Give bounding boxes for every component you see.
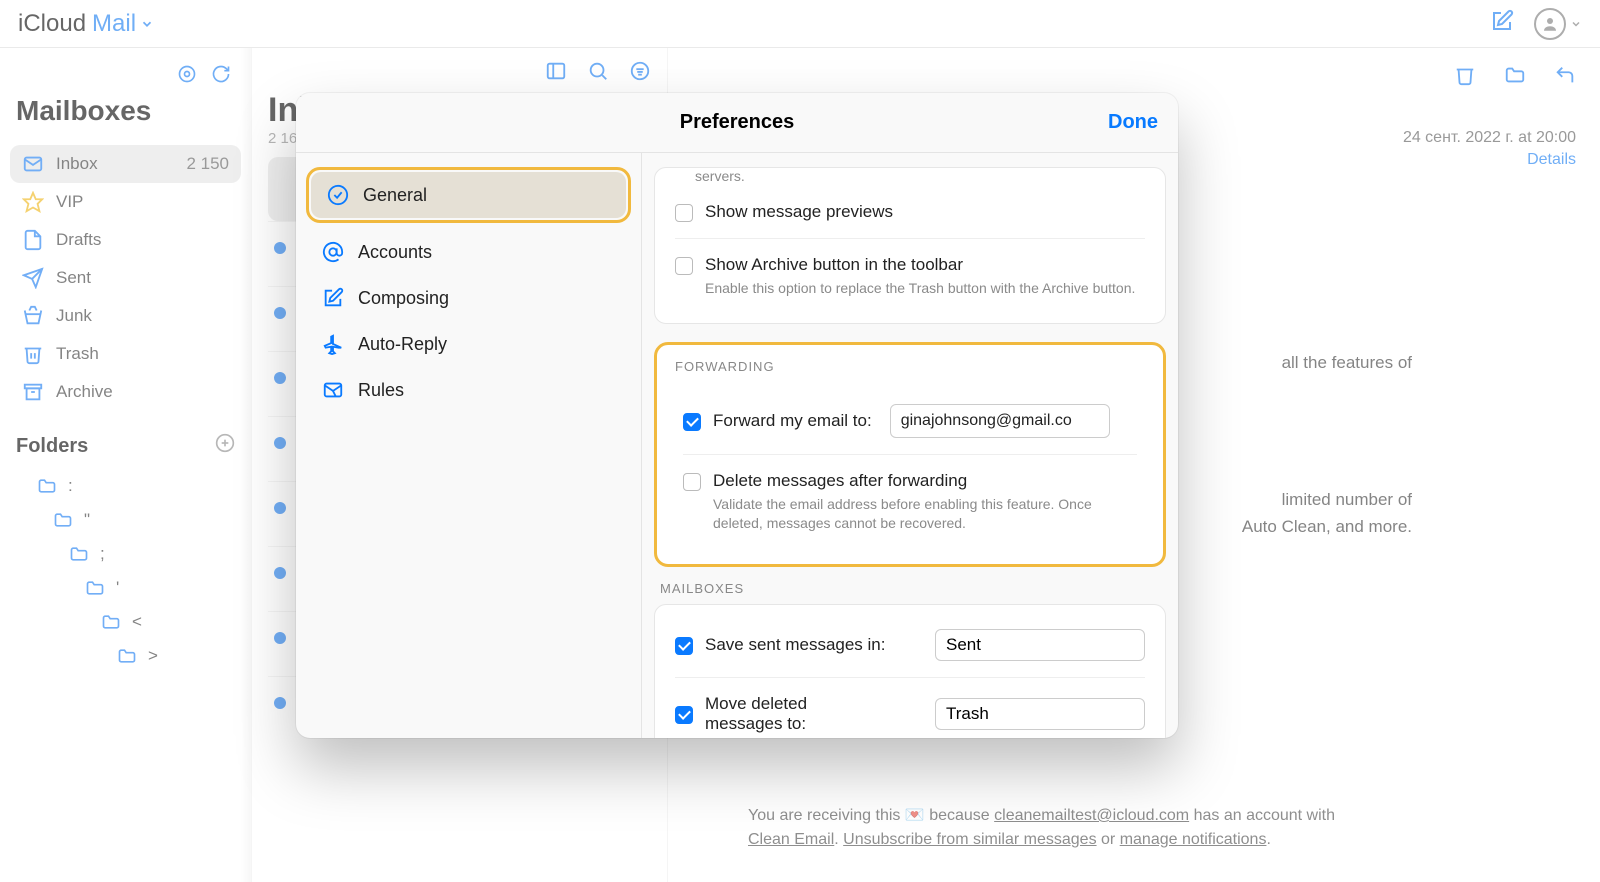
at-icon bbox=[322, 241, 344, 263]
move-deleted-select[interactable]: Trash bbox=[935, 698, 1145, 730]
option-description: Validate the email address before enabli… bbox=[713, 495, 1137, 534]
nav-auto-reply[interactable]: Auto-Reply bbox=[306, 321, 631, 367]
nav-rules[interactable]: Rules bbox=[306, 367, 631, 413]
preferences-nav: General Accounts Composing Auto-Reply Ru… bbox=[296, 153, 642, 738]
checkbox-save-sent[interactable] bbox=[675, 637, 693, 655]
option-label: Move deleted messages to: bbox=[705, 694, 885, 734]
nav-label: General bbox=[363, 185, 427, 206]
modal-title: Preferences bbox=[680, 111, 795, 134]
highlight-general: General bbox=[306, 167, 631, 223]
option-label: Show message previews bbox=[705, 202, 893, 222]
option-label: Save sent messages in: bbox=[705, 635, 885, 655]
save-sent-select[interactable]: Sent bbox=[935, 629, 1145, 661]
check-circle-icon bbox=[327, 184, 349, 206]
nav-label: Accounts bbox=[358, 242, 432, 263]
nav-label: Auto-Reply bbox=[358, 334, 447, 355]
option-label: Delete messages after forwarding bbox=[713, 471, 1137, 491]
nav-composing[interactable]: Composing bbox=[306, 275, 631, 321]
preferences-modal: Preferences Done General Accounts Compos… bbox=[296, 93, 1178, 738]
nav-label: Rules bbox=[358, 380, 404, 401]
airplane-icon bbox=[322, 333, 344, 355]
highlight-forwarding: Forwarding Forward my email to: Delete m… bbox=[654, 342, 1166, 567]
forward-to-input[interactable] bbox=[890, 404, 1110, 438]
nav-label: Composing bbox=[358, 288, 449, 309]
checkbox-move-deleted[interactable] bbox=[675, 706, 693, 724]
option-label: Forward my email to: bbox=[713, 411, 872, 431]
checkbox-show-previews[interactable] bbox=[675, 204, 693, 222]
compose-icon bbox=[322, 287, 344, 309]
preferences-content[interactable]: servers. Show message previews Show Arch… bbox=[642, 153, 1178, 738]
checkbox-delete-after-forward[interactable] bbox=[683, 473, 701, 491]
checkbox-forward-email[interactable] bbox=[683, 413, 701, 431]
section-mailboxes: Mailboxes bbox=[660, 581, 1166, 596]
section-forwarding: Forwarding bbox=[675, 359, 1157, 374]
truncated-text: servers. bbox=[675, 168, 1145, 194]
rules-icon bbox=[322, 379, 344, 401]
option-description: Enable this option to replace the Trash … bbox=[705, 279, 1135, 299]
done-button[interactable]: Done bbox=[1108, 111, 1158, 134]
nav-accounts[interactable]: Accounts bbox=[306, 229, 631, 275]
nav-general[interactable]: General bbox=[311, 172, 626, 218]
option-label: Show Archive button in the toolbar bbox=[705, 255, 1135, 275]
checkbox-show-archive[interactable] bbox=[675, 257, 693, 275]
